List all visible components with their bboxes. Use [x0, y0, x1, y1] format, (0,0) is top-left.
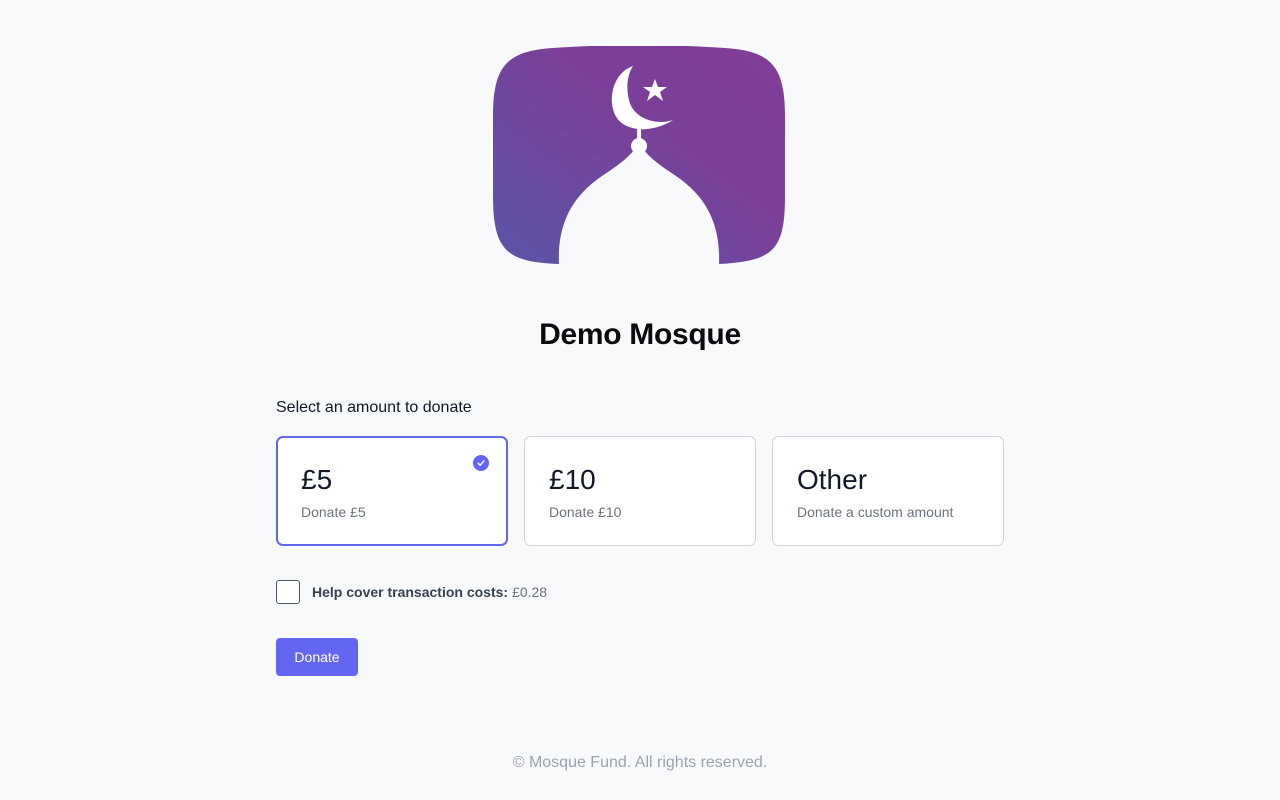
option-amount: Other — [797, 464, 868, 495]
amount-option-5[interactable]: £5 Donate £5 — [276, 436, 508, 546]
option-description: Donate a custom amount — [797, 504, 954, 520]
footer-copyright: © Mosque Fund. All rights reserved. — [512, 754, 768, 771]
option-description: Donate £5 — [301, 504, 366, 520]
cover-fees-label: Help cover transaction costs: — [312, 584, 509, 600]
amount-option-other[interactable]: Other Donate a custom amount — [772, 436, 1004, 546]
page-title: Demo Mosque — [539, 318, 741, 351]
donation-page: Demo Mosque Select an amount to donate £… — [0, 0, 1280, 800]
donation-form: Select an amount to donate £5 Donate £5 … — [276, 398, 1004, 676]
cover-fees-checkbox[interactable] — [276, 580, 300, 604]
mosque-logo — [493, 46, 785, 266]
donate-button[interactable]: Donate — [276, 638, 358, 676]
option-amount: £5 — [301, 464, 333, 495]
fee-amount: £0.28 — [512, 584, 548, 600]
amount-prompt: Select an amount to donate — [276, 399, 472, 416]
amount-option-10[interactable]: £10 Donate £10 — [524, 436, 756, 546]
transaction-fee-row: Help cover transaction costs: £0.28 — [276, 580, 1004, 604]
option-amount: £10 — [549, 464, 596, 495]
mosque-dome-crescent-icon — [493, 46, 785, 264]
amount-options: £5 Donate £5 £10 Donate £10 Other Donate… — [276, 436, 1004, 546]
check-circle-icon — [473, 455, 489, 471]
option-description: Donate £10 — [549, 504, 622, 520]
